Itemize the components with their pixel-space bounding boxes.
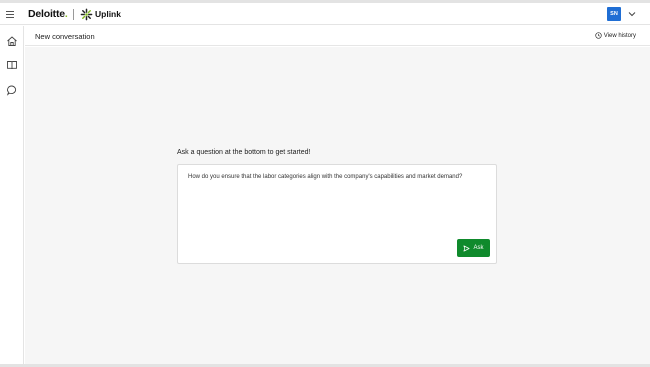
sidebar xyxy=(0,26,24,367)
user-avatar[interactable]: SN xyxy=(607,7,621,21)
app-name: Uplink xyxy=(95,9,121,19)
ask-button[interactable]: Ask xyxy=(457,239,490,257)
sidebar-item-home[interactable] xyxy=(3,32,21,50)
chevron-down-icon[interactable] xyxy=(627,9,637,19)
question-input[interactable]: How do you ensure that the labor categor… xyxy=(188,173,484,183)
book-icon xyxy=(7,61,17,70)
uplink-logo-icon xyxy=(80,8,93,21)
question-card: How do you ensure that the labor categor… xyxy=(177,164,497,264)
sidebar-item-library[interactable] xyxy=(3,56,21,74)
view-history-button[interactable]: View history xyxy=(595,32,636,39)
chat-icon xyxy=(6,85,17,96)
ask-button-label: Ask xyxy=(473,245,484,251)
page-title: New conversation xyxy=(35,32,95,41)
app-header: Deloitte. Uplink SN xyxy=(0,3,650,25)
deloitte-logo: Deloitte. xyxy=(28,8,68,20)
send-icon xyxy=(464,245,470,251)
sidebar-item-chat[interactable] xyxy=(3,81,21,99)
header-divider xyxy=(73,9,74,20)
home-icon xyxy=(7,36,17,46)
view-history-label: View history xyxy=(603,32,636,39)
history-icon xyxy=(595,32,602,39)
prompt-label: Ask a question at the bottom to get star… xyxy=(177,149,311,156)
hamburger-menu-icon[interactable] xyxy=(4,7,18,21)
conversation-header: New conversation View history xyxy=(25,26,650,46)
